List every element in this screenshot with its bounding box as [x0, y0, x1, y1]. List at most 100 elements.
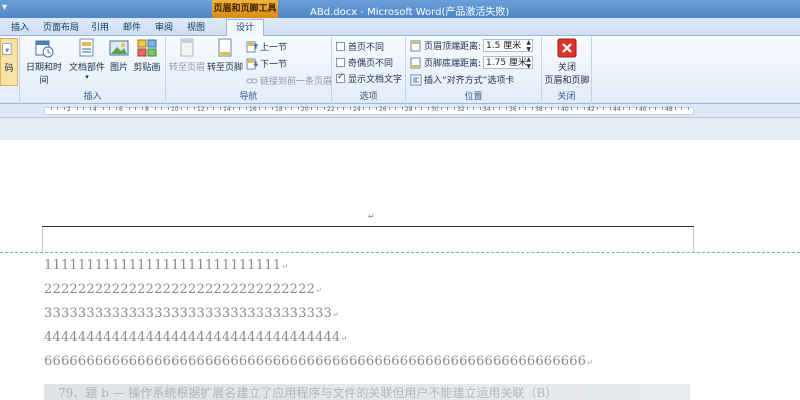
prev-section-button[interactable]: 上一节 [246, 39, 287, 54]
ruler-tick [629, 107, 630, 110]
ruler-tick [258, 107, 260, 110]
ruler-tick [135, 107, 136, 110]
ruler-tick [687, 107, 689, 110]
ruler-tick [128, 107, 130, 110]
context-tab-group-label: 页眉和页脚工具 [212, 0, 278, 18]
ruler-number: 48 [665, 106, 673, 113]
ruler-tick [473, 107, 474, 110]
ruler-tick [499, 107, 500, 110]
tab-page-layout[interactable]: 页面布局 [40, 20, 82, 36]
document-line[interactable]: 22222222222222222222222222222222↵ [44, 282, 322, 297]
tab-references[interactable]: 引用 [88, 20, 112, 36]
tab-review[interactable]: 审阅 [152, 20, 176, 36]
ruler-tick [447, 107, 448, 110]
ruler-tick [115, 107, 117, 110]
ruler-tick [336, 107, 338, 110]
group-label-position: 位置 [464, 92, 483, 102]
ruler-tick [193, 107, 195, 110]
link-to-previous-button[interactable]: 链接到前一条页眉 [246, 73, 332, 88]
goto-footer-icon [218, 38, 232, 57]
ruler-number: 40 [561, 106, 569, 113]
ribbon-group-close: 关闭 页眉和页脚 关闭 [542, 36, 592, 104]
header-top-distance-input[interactable]: 1.5 厘米 ▲ ▼ [483, 39, 534, 53]
tab-insert[interactable]: 插入 [8, 20, 32, 36]
ruler-tick [83, 107, 84, 110]
page-number-button[interactable]: # 码 [0, 38, 18, 86]
goto-footer-button[interactable]: 转至页脚 [206, 38, 244, 73]
tab-mailings[interactable]: 邮件 [120, 20, 144, 36]
ruler-number: 30 [431, 106, 439, 113]
group-label-close: 关闭 [557, 92, 576, 102]
spinner-arrows-icon[interactable]: ▲ ▼ [526, 56, 531, 70]
ruler-number: 42 [587, 106, 595, 113]
document-line[interactable]: 44444444444444444444444444444444444↵ [44, 330, 347, 345]
ruler-tick [492, 107, 494, 110]
svg-text:#: # [5, 48, 10, 54]
quick-access-icon[interactable]: ▾ [2, 2, 16, 16]
group-label-options: 选项 [359, 92, 378, 102]
ruler-tick [388, 107, 390, 110]
ribbon-group-position: 页眉顶端距离: 1.5 厘米 ▲ ▼ 页脚底端距离: 1.75 厘米 ▲ ▼ 插入“对齐… [406, 36, 542, 104]
first-page-different-checkbox[interactable]: 首页不同 [336, 39, 384, 54]
ruler-number: 38 [535, 106, 543, 113]
ruler-tick [180, 107, 182, 110]
odd-even-different-checkbox[interactable]: 奇偶页不同 [336, 55, 393, 70]
clipart-button[interactable]: 剪贴画 [132, 38, 162, 73]
clipart-icon [137, 39, 157, 57]
ruler-number: 2 [67, 106, 71, 113]
tab-view[interactable]: 视图 [184, 20, 208, 36]
ruler-tick [362, 107, 364, 110]
spinner-arrows-icon[interactable]: ▲ ▼ [526, 39, 531, 53]
ruler-tick [603, 107, 604, 110]
ruler-tick [271, 107, 273, 110]
ruler-tick [395, 107, 396, 110]
header-left-guide [42, 227, 43, 253]
date-time-button[interactable]: 日期和时间 [22, 38, 66, 86]
truncated-document-line[interactable]: 79、题 b — 操作系统根据扩展名建立了应用程序与文件的关联但用户不能建立运用… [44, 384, 690, 400]
footer-distance-icon [410, 57, 421, 68]
header-right-guide [693, 227, 694, 253]
ruler-tick [63, 107, 65, 110]
page-number-icon: # [2, 43, 12, 55]
picture-button[interactable]: 图片 [108, 38, 130, 73]
footer-bottom-distance-input[interactable]: 1.75 厘米 ▲ ▼ [483, 56, 534, 70]
page-gap [0, 118, 800, 140]
ruler-tick [245, 107, 247, 110]
footer-bottom-distance: 页脚底端距离: 1.75 厘米 ▲ ▼ [410, 55, 534, 70]
horizontal-ruler[interactable]: 2 4 6 8 10 12 14 16 18 20 22 24 26 28 30 32 34 36 38 40 42 44… [0, 104, 800, 118]
goto-header-button[interactable]: 转至页眉 [168, 38, 206, 73]
ruler-tick [375, 107, 377, 110]
doc-parts-button[interactable]: 文档部件 ▾ [68, 38, 106, 81]
ruler-tick [291, 107, 292, 110]
show-document-text-checkbox[interactable]: 显示文档文字 [336, 71, 402, 86]
ruler-tick [161, 107, 162, 110]
insert-align-tab-button[interactable]: 插入“对齐方式”选项卡 [410, 72, 514, 87]
document-line[interactable]: 3333333333333333333333333333333333↵ [44, 306, 339, 321]
document-line[interactable]: 6666666666666666666666666666666666666666… [44, 354, 593, 369]
ruler-tick [505, 107, 507, 110]
ruler-tick [583, 107, 585, 110]
ruler-number: 26 [379, 106, 387, 113]
ruler-tick [531, 107, 533, 110]
ruler-number: 8 [145, 106, 149, 113]
ruler-number: 34 [483, 106, 491, 113]
ruler-tick [427, 107, 429, 110]
document-line[interactable]: 1111111111111111111111111111↵ [44, 258, 288, 273]
next-section-icon [246, 58, 258, 69]
header-separator [0, 252, 800, 253]
ruler-number: 44 [613, 106, 621, 113]
close-header-footer-button[interactable]: 关闭 页眉和页脚 [544, 38, 590, 86]
doc-parts-icon [79, 38, 94, 57]
header-bottom-border [42, 226, 694, 227]
ruler-number: 28 [405, 106, 413, 113]
ruler-tick [466, 107, 468, 110]
ruler-tick [317, 107, 318, 110]
ruler-number: 46 [639, 106, 647, 113]
ruler-tick [167, 107, 169, 110]
checkbox-unchecked-icon [336, 58, 345, 67]
tab-design[interactable]: 设计 [226, 19, 264, 37]
calendar-clock-icon [35, 40, 54, 58]
next-section-button[interactable]: 下一节 [246, 56, 287, 71]
link-icon [246, 78, 258, 83]
dropdown-arrow-icon: ▾ [85, 73, 89, 81]
